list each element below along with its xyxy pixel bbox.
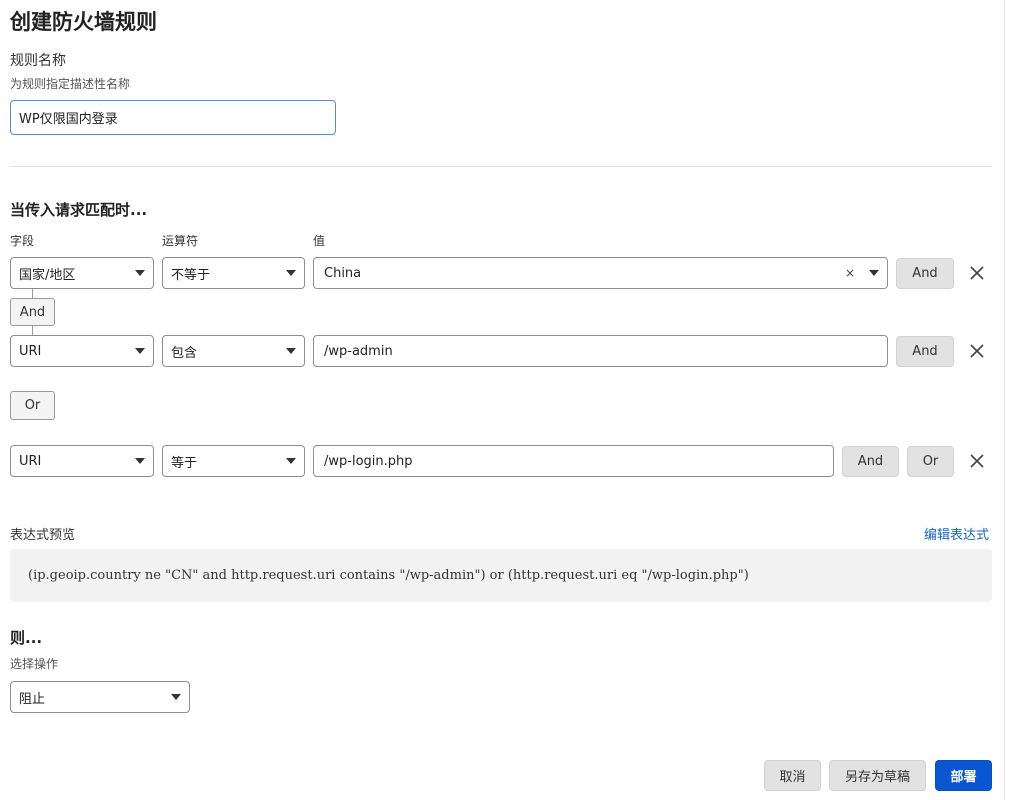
row1-remove-icon[interactable] — [969, 265, 985, 281]
page-title: 创建防火墙规则 — [10, 10, 157, 34]
field-column-header: 字段 — [10, 234, 35, 248]
row1-field-select[interactable]: 国家/地区 — [10, 257, 154, 289]
save-draft-button[interactable]: 另存为草稿 — [829, 760, 926, 791]
chevron-down-icon — [135, 458, 145, 464]
choose-action-label: 选择操作 — [10, 657, 59, 671]
row3-operator-value: 等于 — [171, 455, 198, 471]
row3-field-select[interactable]: URI — [10, 445, 154, 477]
chevron-down-icon — [869, 270, 879, 276]
and-connector-line-top — [32, 289, 33, 298]
value-column-header: 值 — [313, 234, 326, 248]
row3-value-text: /wp-login.php — [324, 453, 413, 469]
rule-name-value: WP仅限国内登录 — [19, 112, 118, 127]
row3-remove-icon[interactable] — [969, 453, 985, 469]
row1-operator-select[interactable]: 不等于 — [162, 257, 305, 289]
row2-value-text: /wp-admin — [324, 343, 393, 359]
row3-field-value: URI — [19, 453, 42, 469]
row2-and-button[interactable]: And — [896, 336, 954, 367]
operator-column-header: 运算符 — [162, 234, 199, 248]
row2-operator-select[interactable]: 包含 — [162, 335, 305, 367]
and-connector-button[interactable]: And — [10, 298, 55, 326]
rule-name-input[interactable]: WP仅限国内登录 — [10, 100, 336, 135]
expression-preview-label: 表达式预览 — [10, 528, 76, 543]
row3-or-button[interactable]: Or — [907, 446, 954, 477]
row1-field-value: 国家/地区 — [19, 267, 76, 283]
expression-preview-box: (ip.geoip.country ne "CN" and http.reque… — [10, 549, 992, 602]
rule-name-label: 规则名称 — [10, 53, 66, 69]
row1-value-select[interactable]: China × — [313, 257, 888, 289]
row2-field-value: URI — [19, 343, 42, 359]
row2-field-select[interactable]: URI — [10, 335, 154, 367]
row3-value-input[interactable]: /wp-login.php — [313, 445, 834, 477]
row1-operator-value: 不等于 — [171, 267, 211, 283]
chevron-down-icon — [171, 694, 181, 700]
expression-preview-text: (ip.geoip.country ne "CN" and http.reque… — [28, 568, 749, 583]
row2-operator-value: 包含 — [171, 345, 198, 361]
row1-and-button[interactable]: And — [896, 258, 954, 289]
row2-value-input[interactable]: /wp-admin — [313, 335, 888, 367]
row3-operator-select[interactable]: 等于 — [162, 445, 305, 477]
match-heading: 当传入请求匹配时... — [10, 201, 148, 219]
row2-remove-icon[interactable] — [969, 343, 985, 359]
or-connector-button[interactable]: Or — [10, 391, 55, 420]
chevron-down-icon — [286, 348, 296, 354]
clear-icon[interactable]: × — [845, 266, 855, 280]
deploy-button[interactable]: 部署 — [935, 760, 992, 791]
section-divider — [10, 166, 992, 167]
cancel-button[interactable]: 取消 — [764, 760, 821, 791]
page-right-border — [1004, 0, 1005, 800]
chevron-down-icon — [135, 270, 145, 276]
action-select[interactable]: 阻止 — [10, 681, 190, 713]
rule-name-hint: 为规则指定描述性名称 — [10, 77, 131, 91]
chevron-down-icon — [286, 458, 296, 464]
then-heading: 则... — [10, 629, 43, 647]
and-connector-line-bottom — [32, 326, 33, 335]
chevron-down-icon — [135, 348, 145, 354]
chevron-down-icon — [286, 270, 296, 276]
row1-value-text: China — [324, 265, 362, 281]
edit-expression-link[interactable]: 编辑表达式 — [924, 524, 989, 543]
row3-and-button[interactable]: And — [842, 446, 899, 477]
action-value: 阻止 — [19, 691, 46, 707]
